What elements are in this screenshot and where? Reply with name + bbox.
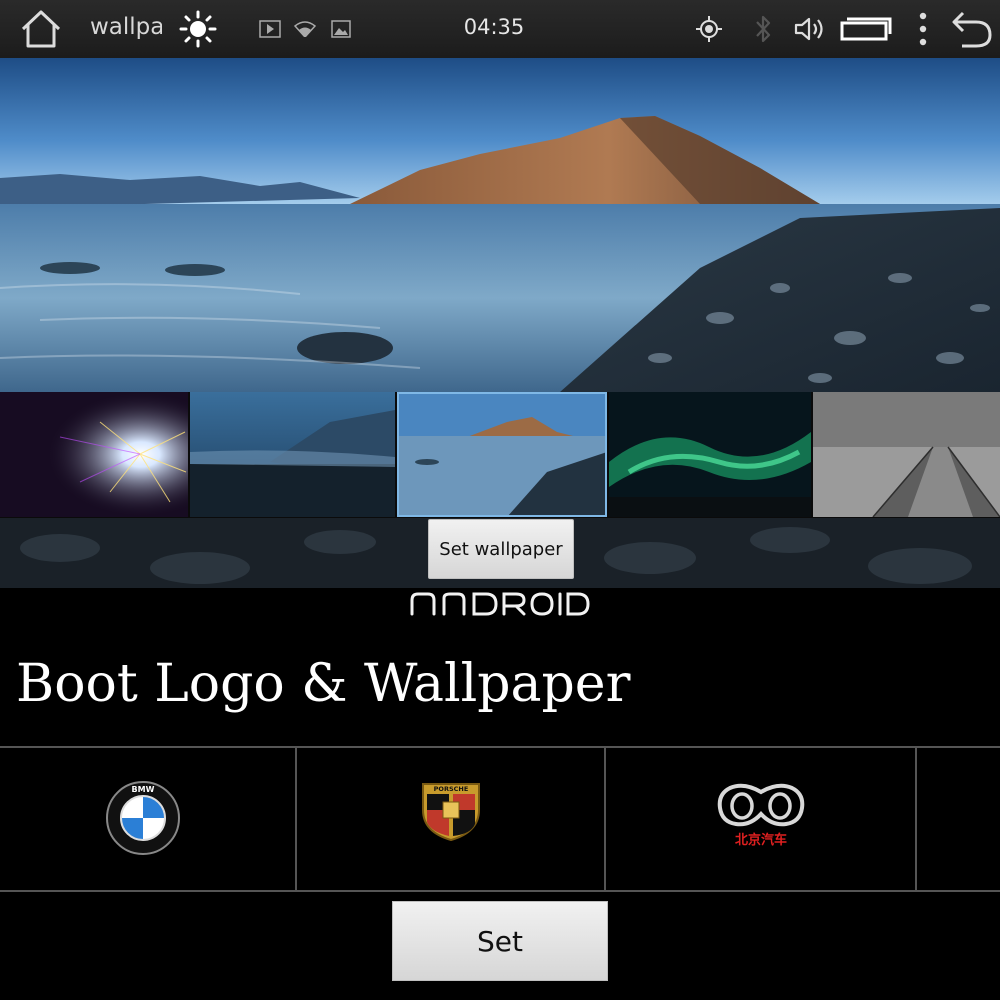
porsche-logo-text: PORSCHE [434,785,469,793]
play-icon [258,0,282,58]
bmw-logo: BMW [106,781,180,855]
logo-option-partial[interactable] [917,748,1000,890]
thumbnail-aurora[interactable] [609,392,811,517]
recent-apps-icon[interactable] [838,0,894,58]
thumbnail-coastal-cliff[interactable] [190,392,395,517]
set-wallpaper-button[interactable]: Set wallpaper [428,519,574,579]
thumbnail-fireworks[interactable] [0,392,188,517]
back-icon[interactable] [948,0,996,58]
baic-logo: 北京汽车 [717,783,805,848]
clock: 04:35 [463,15,525,39]
current-boot-logo [400,588,600,620]
set-button[interactable]: Set [392,901,608,981]
wallpaper-thumbnails [0,392,1000,518]
volume-icon[interactable] [792,0,828,58]
logo-option-bmw[interactable]: BMW [0,748,297,890]
baic-logo-text: 北京汽车 [735,832,787,848]
thumbnail-mountain-lake[interactable] [397,392,607,517]
thumbnail-pier[interactable] [813,392,1000,517]
overflow-menu-icon[interactable] [910,0,936,58]
wallpaper-preview [0,58,1000,392]
porsche-logo: PORSCHE [422,783,480,842]
status-bar: wallpaper 04:35 [0,0,1000,58]
logo-option-baic[interactable]: 北京汽车 [606,748,917,890]
logo-option-porsche[interactable]: PORSCHE [297,748,606,890]
boot-logo-grid: BMW PORSCHE 北京汽车 [0,746,1000,892]
wifi-icon [293,0,317,58]
bluetooth-icon [750,0,776,58]
brightness-icon[interactable] [178,0,218,58]
page-heading: Boot Logo & Wallpaper [16,654,631,714]
bmw-logo-text: BMW [132,785,155,794]
app-title: wallpaper [90,14,162,40]
home-icon[interactable] [18,0,64,58]
image-icon [329,0,353,58]
gps-icon [694,0,724,58]
